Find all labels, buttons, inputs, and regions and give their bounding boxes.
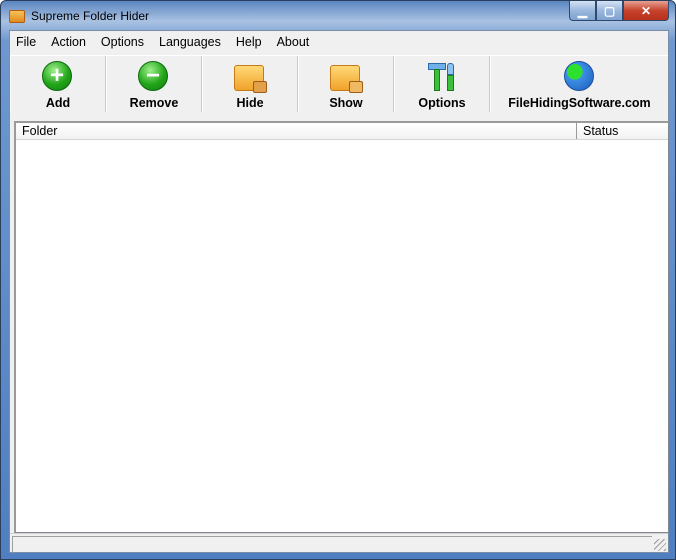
title-bar: Supreme Folder Hider (9, 7, 149, 25)
app-icon (9, 9, 25, 23)
website-label: FileHidingSoftware.com (508, 96, 651, 110)
remove-label: Remove (129, 96, 179, 110)
column-header-status[interactable]: Status (577, 123, 618, 139)
locked-folder-icon (234, 65, 267, 93)
menu-languages[interactable]: Languages (159, 35, 221, 49)
remove-button[interactable]: − Remove (106, 56, 202, 112)
show-label: Show (329, 96, 363, 110)
menu-bar: File Action Options Languages Help About (10, 31, 668, 53)
menu-file[interactable]: File (16, 35, 36, 49)
menu-options[interactable]: Options (101, 35, 144, 49)
resize-grip-icon[interactable] (654, 539, 666, 551)
plus-icon: + (42, 61, 72, 91)
status-bar (10, 533, 668, 553)
status-pane (12, 536, 652, 552)
menu-help[interactable]: Help (236, 35, 262, 49)
website-button[interactable]: FileHidingSoftware.com (490, 56, 668, 112)
add-button[interactable]: + Add (10, 56, 106, 112)
menu-about[interactable]: About (277, 35, 310, 49)
client-area: File Action Options Languages Help About… (9, 30, 669, 553)
column-header-folder[interactable]: Folder (16, 123, 577, 139)
menu-action[interactable]: Action (51, 35, 86, 49)
maximize-button[interactable]: ▢ (596, 1, 623, 21)
close-button[interactable]: ✕ (623, 1, 669, 21)
unlocked-folder-icon (330, 65, 363, 93)
window-title: Supreme Folder Hider (31, 9, 150, 23)
toolbar: + Add − Remove Hide Show Options FileHid… (10, 55, 668, 112)
window-frame: Supreme Folder Hider ▁ ▢ ✕ File Action O… (0, 0, 676, 560)
list-header: Folder Status (16, 123, 668, 140)
tools-icon (426, 61, 458, 93)
hide-button[interactable]: Hide (202, 56, 298, 112)
globe-icon (563, 61, 594, 91)
options-button[interactable]: Options (394, 56, 490, 112)
show-button[interactable]: Show (298, 56, 394, 112)
minus-icon: − (138, 61, 168, 91)
minimize-button[interactable]: ▁ (569, 1, 596, 21)
folder-list[interactable]: Folder Status (14, 121, 669, 533)
options-label: Options (418, 96, 466, 110)
hide-label: Hide (236, 96, 264, 110)
add-label: Add (45, 96, 71, 110)
